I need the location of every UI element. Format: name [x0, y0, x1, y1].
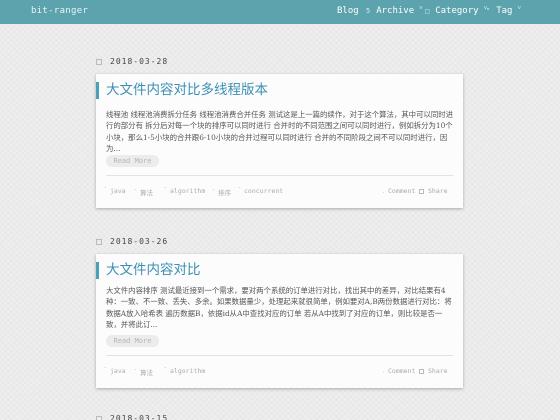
nav-item-category[interactable]: □ Category ˅ [425, 5, 487, 17]
nav-item-blog[interactable]: Blog [337, 6, 359, 16]
comment-label: Comment [388, 187, 416, 195]
post-excerpt: 大文件内容排序 测试最近接到一个需求，要对两个系统的订单进行对比，找出其中的差异… [106, 286, 452, 330]
post-footer: ″ java ″ 算法 ″ algorithm . Comment Share [104, 367, 453, 377]
tag-label: algorithm [170, 367, 206, 375]
nav-blog-label: Blog [337, 6, 359, 16]
post-title[interactable]: 大文件内容对比 [96, 262, 201, 279]
comment-link[interactable]: . Comment [382, 187, 415, 195]
tag-icon: ″ [134, 369, 138, 375]
share-label: Share [428, 187, 448, 195]
top-navbar: bit-ranger Blog 5 Archive ˅ □ Category ˅… [0, 0, 560, 24]
tag-label: 排序 [218, 189, 232, 197]
tag-icon: ″ [164, 187, 168, 193]
tag-link[interactable]: ″ algorithm [164, 187, 205, 195]
tag-icon: ″ [134, 189, 138, 195]
tag-link[interactable]: ″ java [104, 367, 126, 375]
nav-archive-label: Archive [376, 6, 415, 16]
divider [106, 355, 453, 356]
tag-icon: ″ [164, 367, 168, 373]
post-card: 大文件内容对比多线程版本 线程池 线程池消费拆分任务 线程池消费合并任务 测试这… [96, 74, 463, 208]
post-date: 2018-03-26 [96, 237, 168, 246]
comment-icon: . [382, 369, 386, 375]
share-label: Share [428, 367, 448, 375]
nav-item-archive[interactable]: 5 Archive ˅ [366, 4, 423, 17]
calendar-icon [96, 238, 102, 245]
divider [106, 175, 453, 176]
tag-link[interactable]: ″ concurrent [238, 187, 283, 195]
tag-label: 算法 [140, 369, 154, 377]
comment-label: Comment [388, 367, 416, 375]
tag-label: java [110, 367, 126, 375]
tag-label: concurrent [244, 187, 284, 195]
comment-link[interactable]: . Comment [382, 367, 415, 375]
post-excerpt: 线程池 线程池消费拆分任务 线程池消费合并任务 测试这是上一篇的续作，对于这个算… [106, 110, 454, 154]
share-icon [419, 369, 424, 374]
tag-icon: ″ [238, 187, 242, 193]
tag-icon: ″ [104, 367, 108, 373]
post-date-text: 2018-03-28 [110, 57, 169, 66]
chevron-down-icon: ˅ [419, 4, 423, 12]
nav-category-label: Category [435, 6, 479, 16]
calendar-icon [96, 415, 102, 420]
share-link[interactable]: Share [419, 187, 448, 195]
tag-link[interactable]: ″ 算法 [134, 187, 153, 197]
calendar-icon [96, 58, 102, 65]
read-more-button[interactable]: Read More [106, 155, 159, 167]
post-date-text: 2018-03-26 [110, 237, 169, 246]
post-date-text: 2018-03-15 [110, 414, 169, 420]
tag-link[interactable]: ″ java [104, 187, 126, 195]
post-card: 大文件内容对比 大文件内容排序 测试最近接到一个需求，要对两个系统的订单进行对比… [96, 254, 463, 388]
tag-label: 算法 [140, 189, 154, 197]
category-icon: □ [425, 7, 430, 15]
tag-icon: " [486, 7, 491, 15]
nav-item-tag[interactable]: " Tag ˅ [486, 4, 522, 17]
chevron-down-icon: ˅ [517, 4, 522, 12]
share-link[interactable]: Share [419, 367, 448, 375]
read-more-button[interactable]: Read More [106, 335, 159, 347]
nav-tag-label: Tag [496, 6, 513, 16]
site-brand[interactable]: bit-ranger [31, 6, 88, 16]
post-date: 2018-03-15 [96, 414, 168, 420]
post-title[interactable]: 大文件内容对比多线程版本 [96, 82, 268, 99]
post-footer: ″ java ″ 算法 ″ algorithm ″ 排序 ″ concurrent . Co… [104, 187, 453, 197]
tag-link[interactable]: ″ algorithm [164, 367, 205, 375]
share-icon [419, 189, 424, 194]
comment-icon: . [382, 189, 386, 195]
tag-icon: ″ [212, 189, 216, 195]
tag-link[interactable]: ″ 排序 [212, 187, 231, 197]
tag-link[interactable]: ″ 算法 [134, 367, 153, 377]
tag-icon: ″ [104, 187, 108, 193]
tag-label: algorithm [170, 187, 206, 195]
tag-label: java [110, 187, 126, 195]
archive-icon: 5 [366, 7, 371, 15]
post-date: 2018-03-28 [96, 57, 168, 66]
